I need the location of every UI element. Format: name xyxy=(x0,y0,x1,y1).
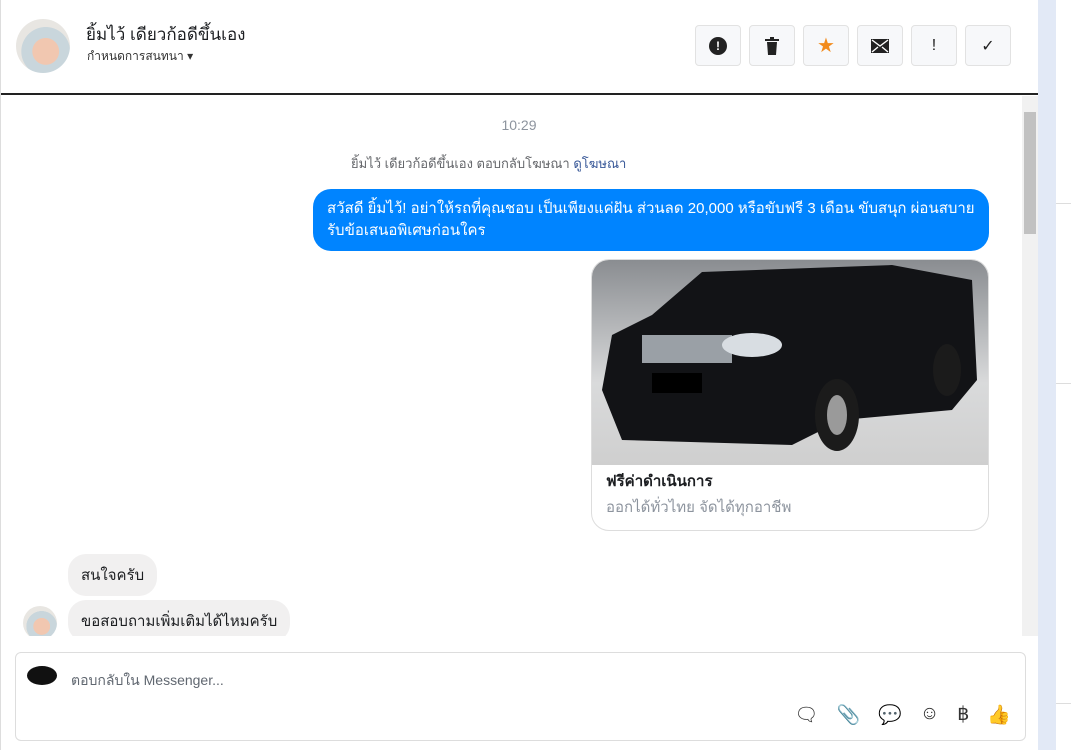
car-image xyxy=(592,260,988,465)
star-button[interactable]: ★ xyxy=(803,25,849,66)
check-icon: ✓ xyxy=(981,37,995,55)
attachment-icon[interactable]: 📎 xyxy=(836,703,860,727)
delete-button[interactable] xyxy=(749,25,795,66)
contact-name[interactable]: ยิ้มไว้ เดียวก้อดีขึ้นเอง xyxy=(86,21,245,48)
view-ad-link[interactable]: ดูโฆษณา xyxy=(573,156,626,171)
saved-reply-icon[interactable]: 🗨 xyxy=(794,703,818,727)
trash-icon xyxy=(765,36,779,55)
page-logo-icon xyxy=(27,666,57,685)
incoming-message: ขอสอบถามเพิ่มเติมได้ไหมครับ xyxy=(68,600,291,636)
caret-down-icon: ▾ xyxy=(187,49,194,63)
settings-label: กำหนดการสนทนา xyxy=(87,49,184,63)
card-title: ฟรีค่าดำเนินการ xyxy=(606,473,713,490)
message-thread: 10:29 ยิ้มไว้ เดียวก้อดีขึ้นเอง ตอบกลับโ… xyxy=(1,96,1039,636)
ad-reply-note: ยิ้มไว้ เดียวก้อดีขึ้นเอง ตอบกลับโฆษณา ด… xyxy=(351,153,626,174)
reply-note-text: ยิ้มไว้ เดียวก้อดีขึ้นเอง ตอบกลับโฆษณา xyxy=(351,156,570,171)
mark-unread-button[interactable] xyxy=(857,25,903,66)
thumbs-up-icon[interactable]: 👍 xyxy=(987,703,1011,727)
conversation-panel: ยิ้มไว้ เดียวก้อดีขึ้นเอง กำหนดการสนทนา … xyxy=(0,0,1039,750)
avatar[interactable] xyxy=(16,19,70,73)
emoji-icon[interactable]: ☺ xyxy=(920,703,939,727)
timestamp: 10:29 xyxy=(501,117,537,133)
composer: ตอบกลับใน Messenger... 🗨 📎 💬 ☺ ฿ 👍 xyxy=(15,652,1026,741)
conversation-header: ยิ้มไว้ เดียวก้อดีขึ้นเอง กำหนดการสนทนา … xyxy=(1,0,1039,95)
done-button[interactable]: ✓ xyxy=(965,25,1011,66)
conversation-settings[interactable]: กำหนดการสนทนา ▾ xyxy=(87,47,193,66)
baht-icon[interactable]: ฿ xyxy=(957,703,969,727)
star-icon: ★ xyxy=(817,35,835,57)
scrollbar-thumb[interactable] xyxy=(1024,112,1036,234)
side-divider xyxy=(1038,0,1056,750)
ad-card[interactable]: ฟรีค่าดำเนินการ ออกได้ทั่วไทย จัดได้ทุกอ… xyxy=(591,259,989,531)
chat-icon[interactable]: 💬 xyxy=(878,703,902,727)
incoming-message: สนใจครับ xyxy=(68,554,158,596)
exclamation-icon: ! xyxy=(931,36,937,54)
mail-icon xyxy=(871,38,889,53)
alert-circle-icon: ! xyxy=(709,36,727,55)
contact-avatar-small xyxy=(23,606,57,636)
spam-button[interactable]: ! xyxy=(695,25,741,66)
important-button[interactable]: ! xyxy=(911,25,957,66)
scrollbar[interactable] xyxy=(1022,96,1038,636)
reply-input[interactable]: ตอบกลับใน Messenger... xyxy=(71,670,224,692)
outgoing-message: สวัสดี ยิ้มไว้! อย่าให้รถที่คุณชอบ เป็นเ… xyxy=(313,189,989,251)
card-description: ออกได้ทั่วไทย จัดได้ทุกอาชีพ xyxy=(606,499,792,516)
right-panel-edge xyxy=(1056,0,1071,750)
